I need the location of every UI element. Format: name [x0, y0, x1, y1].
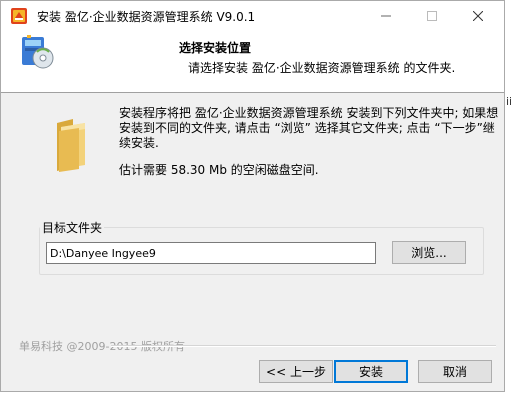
- installer-window: 安装 盈亿·企业数据资源管理系统 V9.0.1 选择安装位置 请选择安装 盈亿·…: [0, 0, 505, 392]
- installer-app-icon: [11, 8, 27, 24]
- close-icon: [473, 10, 483, 21]
- minimize-button[interactable]: [363, 1, 409, 30]
- install-description: 安装程序将把 盈亿·企业数据资源管理系统 安装到下列文件夹中; 如果想安装到不同…: [119, 106, 499, 150]
- setup-disc-icon: [22, 35, 54, 69]
- folder-icon: [57, 119, 85, 172]
- cancel-button[interactable]: 取消: [418, 360, 492, 383]
- disk-space-note: 估计需要 58.30 Mb 的空闲磁盘空间.: [119, 163, 319, 177]
- window-title: 安装 盈亿·企业数据资源管理系统 V9.0.1: [37, 10, 256, 24]
- maximize-icon: [427, 10, 437, 21]
- minimize-icon: [381, 15, 391, 16]
- page-subtitle: 请选择安装 盈亿·企业数据资源管理系统 的文件夹.: [188, 61, 456, 75]
- title-bar[interactable]: 安装 盈亿·企业数据资源管理系统 V9.0.1: [1, 1, 504, 30]
- maximize-button[interactable]: [409, 1, 455, 30]
- page-header: 选择安装位置 请选择安装 盈亿·企业数据资源管理系统 的文件夹.: [1, 30, 504, 93]
- back-button[interactable]: << 上一步: [259, 360, 333, 383]
- install-button[interactable]: 安装: [334, 360, 408, 383]
- destination-group-label: 目标文件夹: [40, 219, 105, 236]
- browse-button[interactable]: 浏览...: [392, 241, 466, 264]
- destination-path-input[interactable]: [46, 242, 376, 264]
- footer-divider: [111, 345, 496, 347]
- background-text-fragment: ii: [506, 95, 511, 108]
- close-button[interactable]: [455, 1, 501, 30]
- page-title: 选择安装位置: [179, 41, 252, 55]
